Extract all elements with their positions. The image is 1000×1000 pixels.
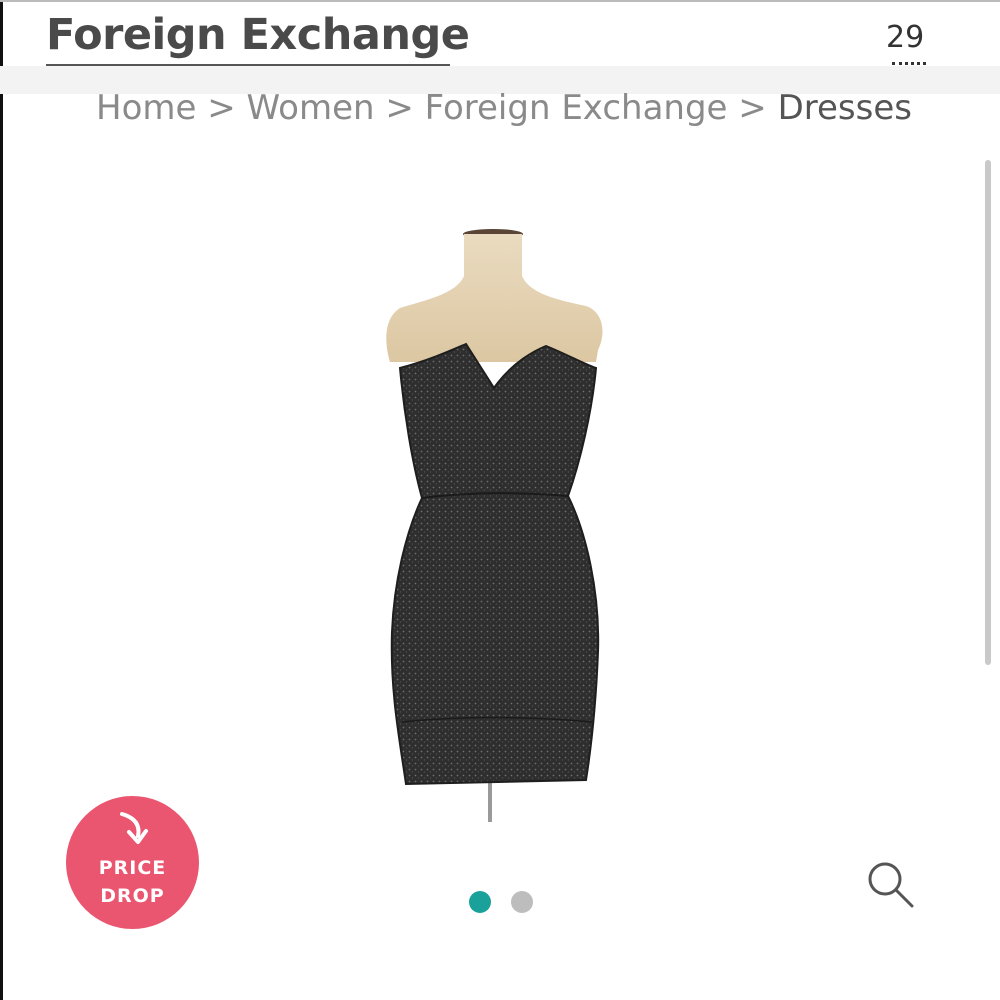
brand-title[interactable]: Foreign Exchange bbox=[46, 8, 470, 62]
scrollbar[interactable] bbox=[985, 160, 991, 665]
arrow-down-right-icon bbox=[119, 812, 148, 844]
breadcrumb-home[interactable]: Home bbox=[96, 88, 196, 128]
breadcrumb-brand[interactable]: Foreign Exchange bbox=[425, 88, 728, 128]
search-icon[interactable] bbox=[864, 858, 916, 910]
window-top-edge bbox=[0, 0, 1000, 2]
breadcrumb-separator: > bbox=[385, 88, 425, 128]
product-image[interactable] bbox=[360, 222, 620, 822]
mannequin-stand bbox=[488, 782, 492, 822]
price-drop-label: PRICE DROP bbox=[99, 854, 167, 910]
mannequin-torso bbox=[386, 234, 603, 362]
carousel-dot-1[interactable] bbox=[469, 891, 491, 913]
carousel-dot-2[interactable] bbox=[511, 891, 533, 913]
breadcrumb-women[interactable]: Women bbox=[247, 88, 375, 128]
breadcrumb-dresses[interactable]: Dresses bbox=[778, 88, 912, 128]
price-drop-line-1: PRICE bbox=[98, 857, 167, 879]
breadcrumb-separator: > bbox=[738, 88, 778, 128]
breadcrumb-separator: > bbox=[207, 88, 247, 128]
price-drop-badge[interactable]: PRICE DROP bbox=[66, 796, 199, 929]
carousel-dots bbox=[469, 891, 533, 913]
breadcrumb: Home > Women > Foreign Exchange > Dresse… bbox=[96, 86, 912, 130]
price-drop-line-2: DROP bbox=[100, 885, 165, 907]
window-left-edge bbox=[0, 0, 3, 1000]
item-counter: 29 bbox=[886, 20, 925, 55]
